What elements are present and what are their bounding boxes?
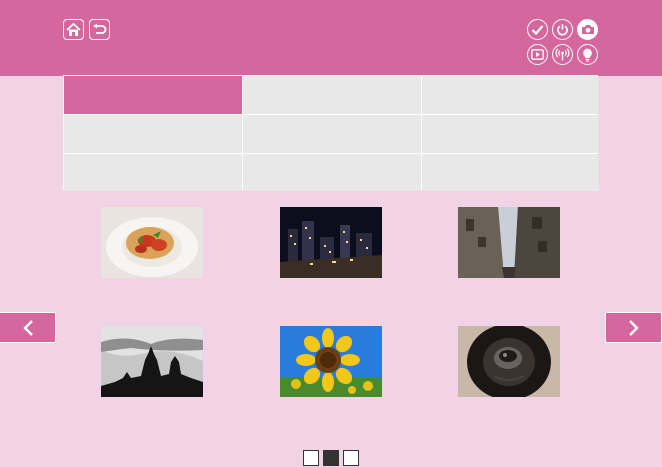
confirm-button[interactable] [527,19,548,40]
grid-cell[interactable] [422,76,599,114]
grid-cell[interactable] [64,154,242,191]
header-bar [0,0,662,76]
checkmark-icon [531,24,544,35]
home-button[interactable] [63,19,84,40]
grid-cell[interactable] [64,76,242,114]
gallery-thumbnail-sunflower[interactable] [280,326,382,397]
grid-cell[interactable] [422,115,599,153]
back-button[interactable] [89,19,110,40]
wireless-icon [555,48,570,61]
play-icon [531,49,544,60]
wireless-button[interactable] [552,44,573,65]
gallery-thumbnail-dog[interactable] [458,326,560,397]
pagination [303,450,359,467]
camera-icon [581,25,594,34]
gallery-thumbnail-cathedral[interactable] [101,326,203,397]
home-icon [66,22,81,36]
playback-button[interactable] [527,44,548,65]
back-icon [93,23,107,34]
page-indicator-2[interactable] [323,450,339,466]
grid-cell[interactable] [243,154,421,191]
camera-button[interactable] [577,19,598,40]
page-indicator-1[interactable] [303,450,319,466]
page-indicator-3[interactable] [343,450,359,466]
grid-cell[interactable] [64,115,242,153]
gallery-thumbnail-pasta[interactable] [101,207,203,278]
chevron-right-icon [628,319,639,336]
next-page-button[interactable] [605,312,662,343]
chevron-left-icon [22,319,33,336]
grid-cell[interactable] [243,76,421,114]
power-icon [557,24,568,36]
category-grid [63,75,599,191]
lightbulb-icon [583,48,592,61]
prev-page-button[interactable] [0,312,56,343]
power-button[interactable] [552,19,573,40]
tips-button[interactable] [577,44,598,65]
gallery-thumbnail-city[interactable] [280,207,382,278]
gallery-thumbnail-alley[interactable] [458,207,560,278]
grid-cell[interactable] [422,154,599,191]
grid-cell[interactable] [243,115,421,153]
